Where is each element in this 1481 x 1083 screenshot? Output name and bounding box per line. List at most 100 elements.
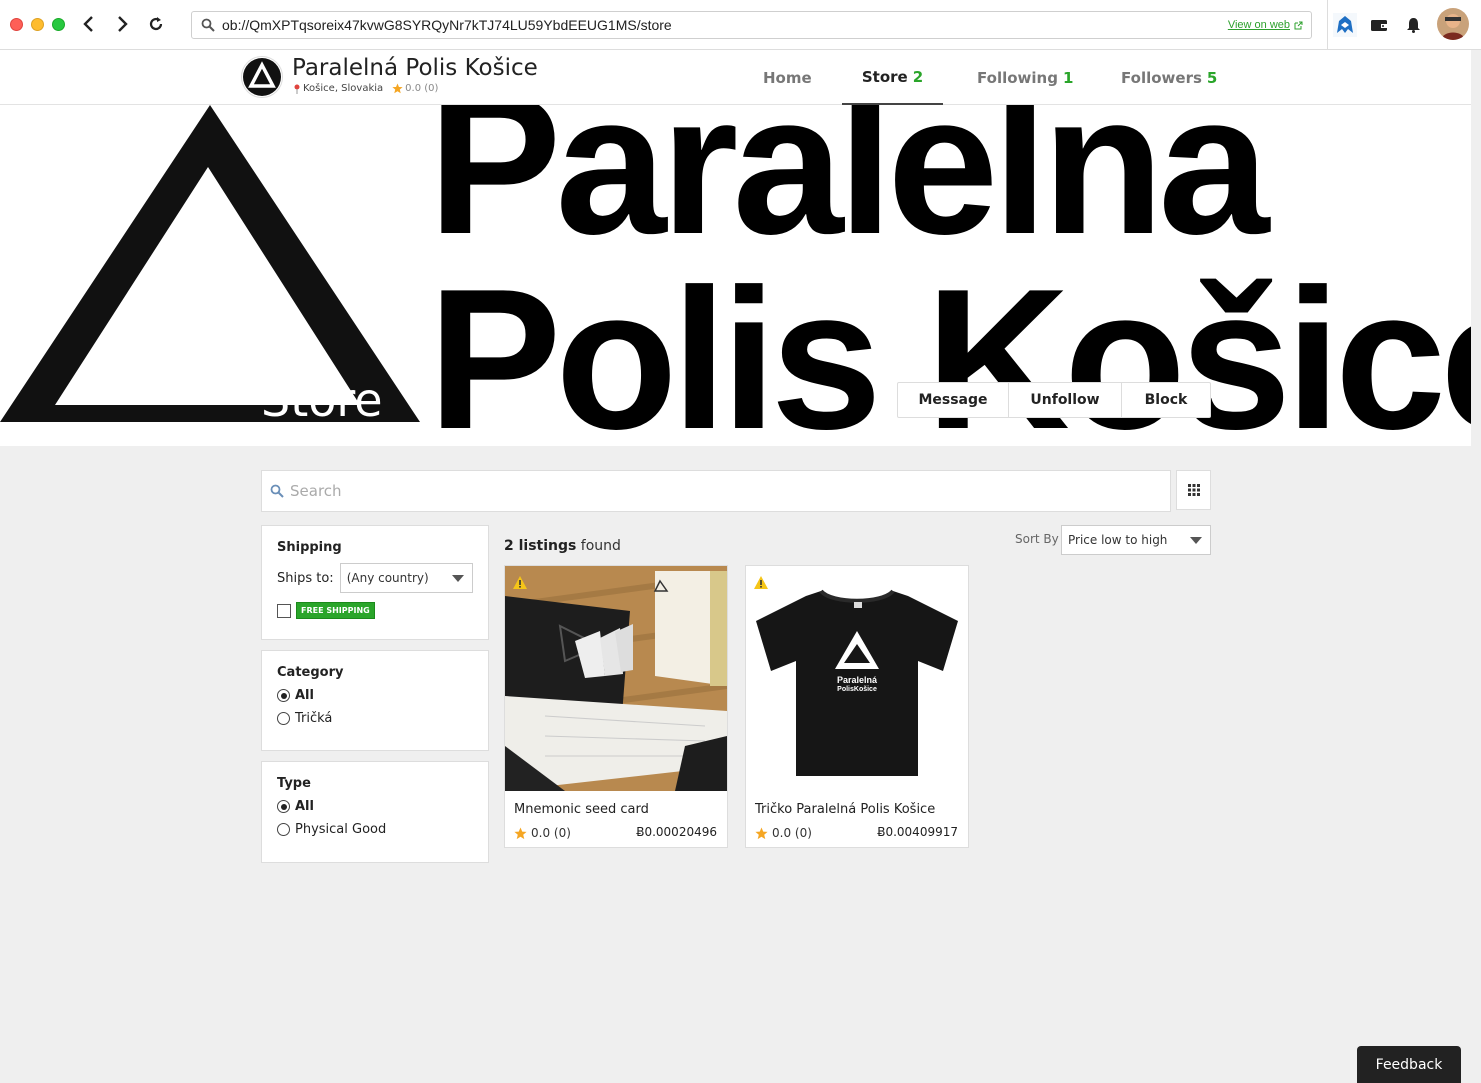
toolbar-divider xyxy=(1327,0,1328,50)
banner-store-title: Store xyxy=(261,373,383,427)
svg-text:Paralelná: Paralelná xyxy=(837,675,878,685)
type-physical-good-label: Physical Good xyxy=(295,822,387,837)
view-on-web-label: View on web xyxy=(1227,19,1290,31)
ships-to-row: Ships to: (Any country) xyxy=(277,563,473,593)
category-option-tricka[interactable]: Tričká xyxy=(277,711,473,726)
listing-card[interactable]: Paralelná PolisKošice Tričko Paralelná P… xyxy=(745,565,969,848)
back-icon[interactable] xyxy=(77,12,101,36)
category-tricka-radio[interactable] xyxy=(277,712,290,725)
sort-select[interactable]: Price low to high xyxy=(1061,525,1211,555)
type-heading: Type xyxy=(277,776,311,791)
tab-home[interactable]: Home xyxy=(763,50,812,105)
category-heading: Category xyxy=(277,665,344,680)
tab-following[interactable]: Following 1 xyxy=(977,50,1073,105)
listing-price: Ƀ0.00020496 xyxy=(636,825,717,839)
external-link-icon xyxy=(1294,21,1303,29)
type-all-radio[interactable] xyxy=(277,800,290,813)
listings-count-number: 2 listings xyxy=(504,538,577,554)
tab-store-label: Store xyxy=(861,67,908,86)
bell-icon[interactable] xyxy=(1400,12,1426,38)
openbazaar-profile-icon[interactable] xyxy=(1332,12,1358,38)
reload-icon[interactable] xyxy=(144,12,168,36)
shipping-filter-panel: Shipping Ships to: (Any country) FREE SH… xyxy=(261,525,489,640)
free-shipping-badge[interactable]: FREE SHIPPING xyxy=(296,602,375,619)
tab-followers-count: 5 xyxy=(1206,68,1218,87)
store-location: Košice, Slovakia 0.0 (0) xyxy=(294,83,438,94)
listing-rating: 0.0 (0) xyxy=(514,826,571,840)
sort-value: Price low to high xyxy=(1068,533,1168,547)
type-physical-good-radio[interactable] xyxy=(277,823,290,836)
location-text: Košice, Slovakia xyxy=(303,83,384,94)
maximize-window-button[interactable] xyxy=(52,18,65,31)
listing-rating-text: 0.0 (0) xyxy=(772,826,812,840)
store-rating-text: 0.0 (0) xyxy=(405,83,439,94)
store-avatar[interactable] xyxy=(241,56,283,98)
grid-view-button[interactable] xyxy=(1176,470,1211,510)
star-icon xyxy=(755,827,768,839)
search-input[interactable] xyxy=(290,482,1150,500)
type-option-physical-good[interactable]: Physical Good xyxy=(277,822,473,837)
view-on-web-link[interactable]: View on web xyxy=(1228,19,1303,31)
location-pin-icon xyxy=(294,84,300,94)
close-window-button[interactable] xyxy=(10,18,23,31)
ships-to-value: (Any country) xyxy=(346,571,429,585)
profile-actions: Message Unfollow Block xyxy=(897,382,1211,418)
listing-title[interactable]: Tričko Paralelná Polis Košice xyxy=(755,802,935,817)
store-header: Paralelná Polis Košice Košice, Slovakia … xyxy=(0,50,1471,105)
forward-icon[interactable] xyxy=(110,12,134,36)
warning-icon xyxy=(513,576,527,589)
tab-followers-label: Followers xyxy=(1121,68,1202,87)
listing-price: Ƀ0.00409917 xyxy=(877,825,958,839)
type-filter-panel: Type All Physical Good xyxy=(261,761,489,863)
listing-rating-text: 0.0 (0) xyxy=(531,826,571,840)
user-avatar[interactable] xyxy=(1437,8,1469,40)
store-name: Paralelná Polis Košice xyxy=(292,55,538,81)
tab-followers[interactable]: Followers 5 xyxy=(1121,50,1217,105)
shipping-heading: Shipping xyxy=(277,540,342,555)
listings-count-suffix: found xyxy=(576,538,621,554)
unfollow-button[interactable]: Unfollow xyxy=(1009,383,1122,417)
address-bar[interactable]: ob://QmXPTqsoreix47kvwG8SYRQyNr7kTJ74LU5… xyxy=(191,11,1312,39)
warning-icon xyxy=(754,576,768,589)
category-all-label: All xyxy=(295,688,314,703)
chevron-down-icon xyxy=(1190,536,1202,544)
tab-store[interactable]: Store 2 xyxy=(842,50,943,105)
free-shipping-checkbox[interactable] xyxy=(277,603,291,618)
tab-following-label: Following xyxy=(977,68,1058,87)
wallet-icon[interactable] xyxy=(1366,12,1392,38)
chevron-down-icon xyxy=(451,574,464,582)
type-all-label: All xyxy=(295,799,314,814)
listing-rating: 0.0 (0) xyxy=(755,826,812,840)
feedback-button[interactable]: Feedback xyxy=(1357,1046,1461,1083)
ships-to-select[interactable]: (Any country) xyxy=(339,563,473,593)
search-icon xyxy=(270,483,286,499)
svg-text:PolisKošice: PolisKošice xyxy=(837,686,877,693)
store-banner: Paralelna Polis Košice Store Message Unf… xyxy=(0,105,1471,446)
listing-title[interactable]: Mnemonic seed card xyxy=(514,802,649,817)
tab-store-count: 2 xyxy=(912,67,924,86)
star-icon xyxy=(514,827,527,839)
category-all-radio[interactable] xyxy=(277,689,290,702)
tab-home-label: Home xyxy=(763,68,812,87)
free-shipping-row: FREE SHIPPING xyxy=(277,602,473,619)
grid-icon xyxy=(1187,484,1200,496)
store-search xyxy=(261,470,1171,512)
url-text[interactable]: ob://QmXPTqsoreix47kvwG8SYRQyNr7kTJ74LU5… xyxy=(222,17,1228,33)
minimize-window-button[interactable] xyxy=(31,18,44,31)
type-option-all[interactable]: All xyxy=(277,799,473,814)
sort-by-label: Sort By xyxy=(1015,532,1059,546)
block-button[interactable]: Block xyxy=(1122,383,1210,417)
banner-text-line1: Paralelna xyxy=(428,105,1269,276)
category-filter-panel: Category All Tričká xyxy=(261,650,489,751)
star-icon xyxy=(392,83,403,94)
ships-to-label: Ships to: xyxy=(277,570,334,586)
search-icon xyxy=(200,17,216,33)
banner-text-line2: Polis Košice xyxy=(428,248,1471,447)
message-button[interactable]: Message xyxy=(898,383,1009,417)
category-option-all[interactable]: All xyxy=(277,688,473,703)
tab-following-count: 1 xyxy=(1062,68,1074,87)
listing-image: Paralelná PolisKošice xyxy=(746,566,968,791)
store-rating: 0.0 (0) xyxy=(392,83,438,94)
listings-count: 2 listings found xyxy=(504,538,621,554)
listing-card[interactable]: Mnemonic seed card 0.0 (0) Ƀ0.00020496 xyxy=(504,565,728,848)
